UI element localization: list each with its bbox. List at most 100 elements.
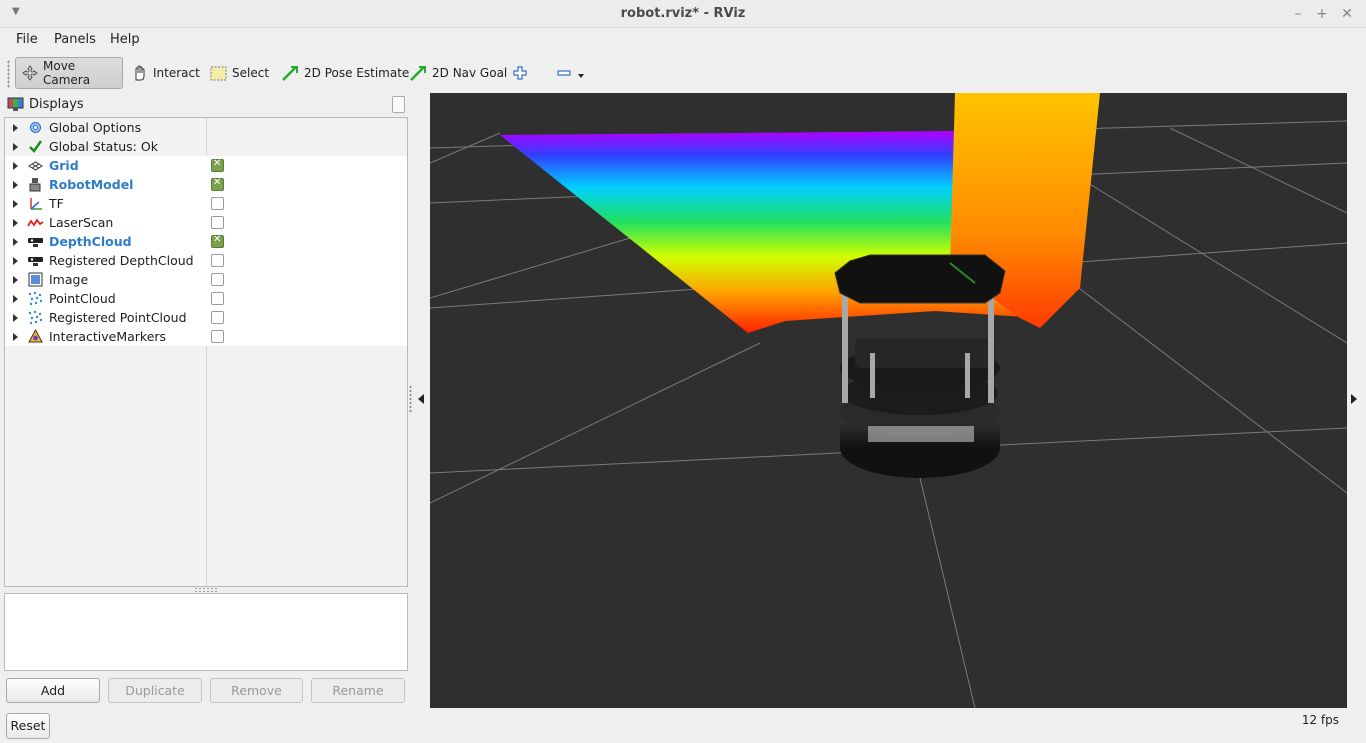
enable-checkbox[interactable]	[211, 234, 224, 248]
robot-model-icon	[29, 178, 41, 192]
pose-estimate-label: 2D Pose Estimate	[304, 66, 410, 80]
enable-checkbox[interactable]	[211, 292, 224, 305]
fps-readout: 12 fps	[1301, 713, 1339, 727]
add-button[interactable]: Add	[6, 678, 100, 703]
expand-arrow-icon[interactable]	[13, 314, 18, 322]
display-row-pointcloud[interactable]: PointCloud	[5, 289, 407, 308]
expand-arrow-icon[interactable]	[13, 124, 18, 132]
enable-checkbox[interactable]	[211, 254, 224, 267]
3d-scene	[430, 93, 1347, 708]
plus-icon	[513, 66, 527, 80]
display-label: DepthCloud	[49, 234, 132, 249]
display-label: Grid	[49, 158, 79, 173]
enable-checkbox[interactable]	[211, 216, 224, 229]
menu-help[interactable]: Help	[110, 32, 140, 47]
pose-estimate-button[interactable]: 2D Pose Estimate	[275, 57, 415, 89]
move-camera-button[interactable]: Move Camera	[15, 57, 123, 89]
point-cloud-icon	[28, 310, 43, 325]
dock-splitter-handle[interactable]	[409, 385, 412, 413]
expand-arrow-icon[interactable]	[13, 162, 18, 170]
display-label: TF	[49, 196, 64, 211]
status-bar: Reset 12 fps	[0, 708, 1366, 743]
checkmark-icon	[29, 140, 42, 153]
remove-button[interactable]: Remove	[210, 678, 303, 703]
menu-bar: File Panels Help	[0, 28, 1366, 52]
display-row-global-options[interactable]: Global Options	[5, 118, 407, 137]
display-description-box	[4, 593, 408, 671]
expand-arrow-icon[interactable]	[13, 219, 18, 227]
expand-arrow-icon[interactable]	[13, 143, 18, 151]
display-label: Registered PointCloud	[49, 310, 187, 325]
hand-pointer-icon	[135, 65, 145, 81]
display-label: InteractiveMarkers	[49, 329, 167, 344]
nav-goal-button[interactable]: 2D Nav Goal	[403, 57, 513, 89]
panel-float-button[interactable]	[392, 96, 405, 113]
add-tool-button[interactable]	[506, 57, 534, 89]
enable-checkbox[interactable]	[211, 197, 224, 210]
display-label: LaserScan	[49, 215, 114, 230]
image-icon	[28, 272, 43, 287]
display-label: RobotModel	[49, 177, 134, 192]
expand-arrow-icon[interactable]	[13, 276, 18, 284]
display-label: Registered DepthCloud	[49, 253, 194, 268]
expand-arrow-icon[interactable]	[13, 257, 18, 265]
select-button[interactable]: Select	[204, 57, 275, 89]
display-label: PointCloud	[49, 291, 116, 306]
maximize-icon[interactable]: +	[1313, 5, 1331, 23]
remove-tool-button[interactable]	[550, 57, 592, 89]
collapse-left-icon[interactable]	[418, 394, 424, 404]
display-row-registered-depthcloud[interactable]: Registered DepthCloud	[5, 251, 407, 270]
interact-label: Interact	[153, 66, 200, 80]
grid-icon	[28, 161, 43, 171]
toolbar-grip[interactable]	[7, 60, 10, 88]
display-row-registered-pointcloud[interactable]: Registered PointCloud	[5, 308, 407, 327]
minus-dropdown-icon	[557, 70, 584, 78]
display-row-tf[interactable]: TF	[5, 194, 407, 213]
displays-tree: Global Options Global Status: Ok Grid Robot…	[4, 117, 408, 587]
enable-checkbox[interactable]	[211, 158, 224, 172]
displays-title: Displays	[29, 97, 84, 112]
display-label: Global Status: Ok	[49, 139, 158, 154]
tools-toolbar: Move Camera Interact Select 2D Pose Esti…	[0, 54, 1366, 92]
expand-arrow-icon[interactable]	[13, 181, 18, 189]
select-box-icon	[210, 66, 227, 80]
tf-axes-icon	[30, 198, 42, 210]
panel-splitter-handle[interactable]	[194, 587, 218, 592]
minimize-icon[interactable]: –	[1289, 5, 1307, 23]
menu-panels[interactable]: Panels	[54, 32, 96, 47]
nav-goal-label: 2D Nav Goal	[432, 66, 508, 80]
collapse-right-icon[interactable]	[1351, 394, 1357, 404]
move-camera-icon	[22, 65, 38, 81]
displays-panel-header: Displays	[4, 94, 408, 116]
expand-arrow-icon[interactable]	[13, 200, 18, 208]
duplicate-button[interactable]: Duplicate	[108, 678, 202, 703]
display-row-interactivemarkers[interactable]: InteractiveMarkers	[5, 327, 407, 346]
depth-camera-icon	[28, 238, 43, 247]
display-row-robotmodel[interactable]: RobotModel	[5, 175, 407, 194]
enable-checkbox[interactable]	[211, 273, 224, 286]
expand-arrow-icon[interactable]	[13, 295, 18, 303]
point-cloud-icon	[28, 291, 43, 306]
display-row-image[interactable]: Image	[5, 270, 407, 289]
green-arrow-icon	[410, 66, 426, 81]
interact-button[interactable]: Interact	[124, 57, 206, 89]
interactive-markers-icon	[28, 328, 43, 343]
monitor-icon	[7, 97, 24, 111]
window-title: robot.rviz* - RViz	[620, 6, 746, 21]
enable-checkbox[interactable]	[211, 330, 224, 343]
close-icon[interactable]: ✕	[1338, 5, 1356, 23]
display-row-laserscan[interactable]: LaserScan	[5, 213, 407, 232]
display-row-grid[interactable]: Grid	[5, 156, 407, 175]
display-row-depthcloud[interactable]: DepthCloud	[5, 232, 407, 251]
rename-button[interactable]: Rename	[311, 678, 405, 703]
reset-button[interactable]: Reset	[6, 713, 50, 739]
expand-arrow-icon[interactable]	[13, 333, 18, 341]
display-row-global-status-ok[interactable]: Global Status: Ok	[5, 137, 407, 156]
robot-model	[834, 254, 1006, 478]
enable-checkbox[interactable]	[211, 177, 224, 191]
expand-arrow-icon[interactable]	[13, 238, 18, 246]
menu-file[interactable]: File	[16, 32, 38, 47]
enable-checkbox[interactable]	[211, 311, 224, 324]
render-viewport[interactable]	[430, 93, 1347, 708]
depth-camera-icon	[28, 257, 43, 266]
